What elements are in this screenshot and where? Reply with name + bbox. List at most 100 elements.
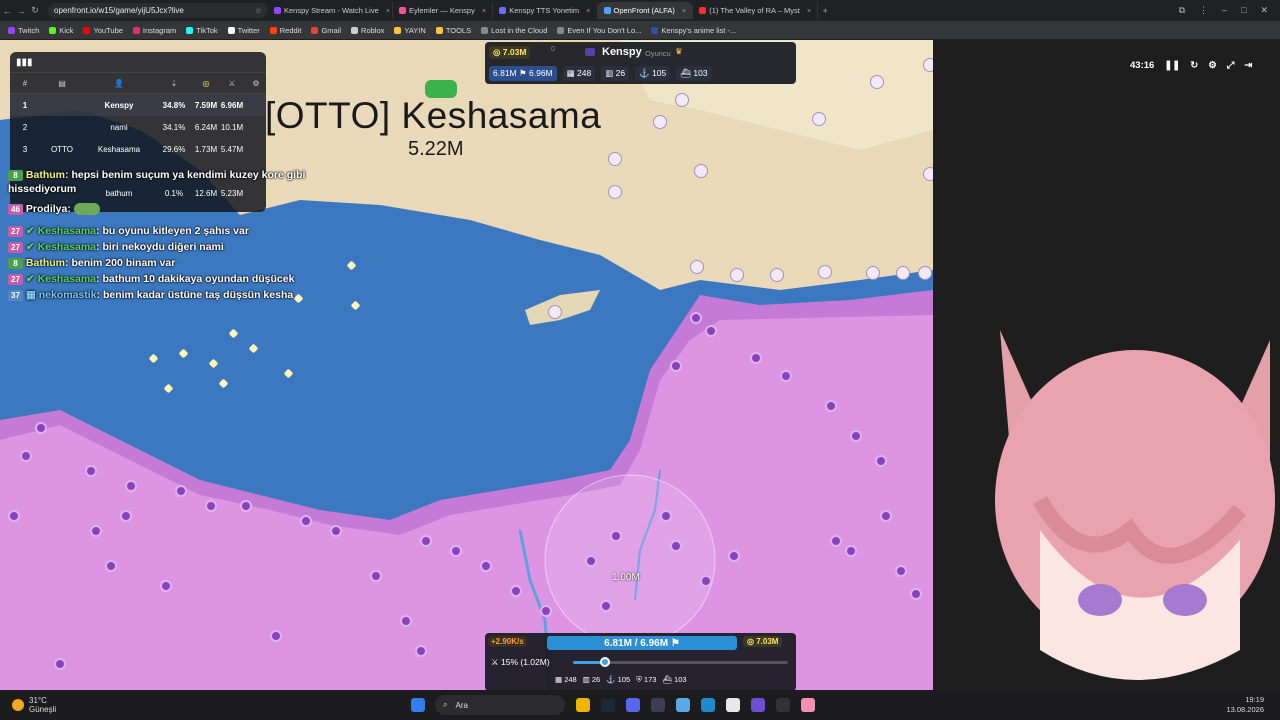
steam-icon[interactable]: [601, 698, 615, 712]
bookmark-yayin[interactable]: YAYIN: [394, 26, 426, 35]
weather-widget[interactable]: 31°C Güneşli: [0, 696, 400, 714]
pause-icon[interactable]: ❚❚: [1164, 60, 1180, 71]
tab-tts[interactable]: Kenspy TTS Yonetim ×: [493, 2, 598, 19]
tab-youtube[interactable]: (1) The Valley of RA – Myst ×: [693, 2, 819, 19]
bookmark-anime-list[interactable]: Kenspy's anime list -...: [651, 26, 736, 35]
player-column-icon[interactable]: 👤: [84, 79, 154, 88]
shield-icon: ⛨: [636, 675, 642, 684]
back-icon[interactable]: ←: [0, 6, 14, 16]
city-icon: [866, 266, 880, 280]
clan-column-icon[interactable]: ▤: [40, 79, 84, 88]
player-name: Kenspy: [602, 46, 642, 58]
troops-column-icon[interactable]: ⚔: [218, 79, 246, 88]
settings-icon[interactable]: ⚙: [246, 79, 266, 88]
pepe-emote-icon: [73, 203, 100, 216]
leaderboard-toggle-icon[interactable]: ▮▮▮: [16, 57, 33, 68]
taskbar-search[interactable]: ⌕ Ara: [435, 695, 565, 715]
factory-icon: ▥: [582, 675, 590, 684]
clan: OTTO: [50, 144, 74, 154]
windows-start-icon[interactable]: [411, 698, 425, 712]
chat-message: 27 ✔ Keshasama: bu oyunu kitleyen 2 şahı…: [8, 224, 328, 238]
rank-column-icon[interactable]: #: [10, 79, 40, 88]
structure-icon: [54, 658, 66, 670]
close-window-icon[interactable]: ✕: [1260, 5, 1268, 16]
bookmark-reddit[interactable]: Reddit: [269, 26, 301, 35]
youtube-icon: [699, 7, 707, 14]
address-bar[interactable]: openfront.io/w15/game/yijU5Jcx?live ☆: [48, 3, 268, 18]
attack-ratio-value: 15% (1.02M): [501, 657, 550, 667]
bookmark-roblox[interactable]: Roblox: [351, 26, 384, 35]
app-icon[interactable]: [751, 698, 765, 712]
factories-value: 26: [615, 68, 626, 78]
tts-icon: [499, 7, 507, 14]
leaderboard-row[interactable]: 2 nami 34.1% 6.24M 10.1M: [10, 116, 266, 138]
bookmark-twitch[interactable]: Twitch: [8, 26, 39, 35]
attack-ratio-slider[interactable]: [573, 657, 788, 667]
close-icon[interactable]: ×: [386, 6, 390, 15]
city-icon: [675, 93, 689, 107]
window-controls: ⧉ ⋮ – □ ✕: [1179, 5, 1280, 16]
slider-handle[interactable]: [600, 657, 611, 667]
close-icon[interactable]: ×: [482, 6, 486, 15]
close-icon[interactable]: ×: [807, 6, 811, 15]
tab-eylemler[interactable]: Eylemler — Kenspy ×: [393, 2, 494, 19]
leaderboard-header: # ▤ 👤 ⇣ ◎ ⚔ ⚙: [10, 72, 266, 94]
city-icon: [608, 152, 622, 166]
app-icon[interactable]: [701, 698, 715, 712]
system-clock[interactable]: 19:19 13.08.2026: [1226, 695, 1280, 715]
minimize-icon[interactable]: –: [1222, 5, 1227, 16]
app-icon[interactable]: [576, 698, 590, 712]
app-icon[interactable]: [651, 698, 665, 712]
app-icon[interactable]: [726, 698, 740, 712]
sub-badge: 37: [8, 290, 23, 301]
bookmark-label: YouTube: [93, 25, 123, 35]
ports-value: 105: [652, 68, 667, 78]
troops-bar: 6.81M / 6.96M ⚑: [547, 636, 737, 650]
bookmark-tools[interactable]: TOOLS: [435, 26, 471, 35]
player-info-panel: ◎ 7.03M 0 Kenspy Oyuncu ♛ 6.81M ⚑ 6.96M …: [485, 42, 796, 84]
new-tab-icon[interactable]: +: [818, 6, 832, 16]
land-column-icon[interactable]: ⇣: [154, 79, 194, 88]
bookmark-kick[interactable]: Kick: [49, 26, 73, 35]
maximize-icon[interactable]: □: [1241, 5, 1246, 16]
gold-column-icon[interactable]: ◎: [194, 79, 218, 88]
bookmark-even-if[interactable]: Even If You Don't Lo...: [557, 26, 641, 35]
bookmark-instagram[interactable]: Instagram: [132, 26, 176, 35]
tab-label: OpenFront (ALFA): [613, 6, 675, 15]
close-icon[interactable]: ×: [682, 6, 686, 15]
city-icon: [690, 260, 704, 274]
leaderboard-row[interactable]: 3 OTTO Keshasama 29.6% 1.73M 5.47M: [10, 138, 266, 160]
close-icon[interactable]: ×: [586, 6, 590, 15]
tab-twitch[interactable]: Kenspy Stream - Watch Live ×: [268, 2, 393, 19]
gold: 7.59M: [194, 100, 218, 110]
warships-value: 103: [693, 68, 708, 78]
bookmark-youtube[interactable]: YouTube: [83, 25, 123, 35]
app-icon[interactable]: [801, 698, 815, 712]
bookmark-star-icon[interactable]: ☆: [255, 6, 262, 15]
extensions-icon[interactable]: ⧉: [1179, 5, 1185, 16]
bookmark-twitter[interactable]: Twitter: [227, 26, 260, 35]
settings-icon[interactable]: ⚙: [1208, 60, 1217, 71]
restart-icon[interactable]: ↻: [1190, 60, 1198, 71]
chrome-icon[interactable]: [676, 698, 690, 712]
exit-icon[interactable]: ⇥: [1244, 60, 1252, 71]
factory-icon: ▥: [605, 68, 614, 78]
fullscreen-icon[interactable]: ⤢: [1227, 60, 1235, 71]
reload-icon[interactable]: ↻: [28, 5, 42, 16]
url-text: openfront.io/w15/game/yijU5Jcx?live: [54, 6, 184, 15]
tab-openfront[interactable]: OpenFront (ALFA) ×: [597, 2, 694, 19]
twitch-icon: [274, 7, 281, 14]
terminal-icon[interactable]: [776, 698, 790, 712]
forward-icon[interactable]: →: [14, 6, 28, 16]
menu-icon[interactable]: ⋮: [1199, 5, 1208, 16]
chat-text: benim 200 binam var: [71, 257, 176, 269]
structure-icon: [705, 325, 717, 337]
bookmark-tiktok[interactable]: TikTok: [186, 26, 218, 35]
discord-icon[interactable]: [626, 698, 640, 712]
structure-icon: [880, 510, 892, 522]
bookmark-lost-in-the-cloud[interactable]: Lost in the Cloud: [481, 26, 547, 35]
windows-taskbar: 31°C Güneşli ⌕ Ara 19:19 13.08.2026: [0, 690, 1280, 720]
leaderboard-row[interactable]: 1 Kenspy 34.8% 7.59M 6.96M: [10, 94, 266, 116]
twitter-icon: [227, 26, 235, 34]
bookmark-gmail[interactable]: Gmail: [311, 26, 341, 35]
